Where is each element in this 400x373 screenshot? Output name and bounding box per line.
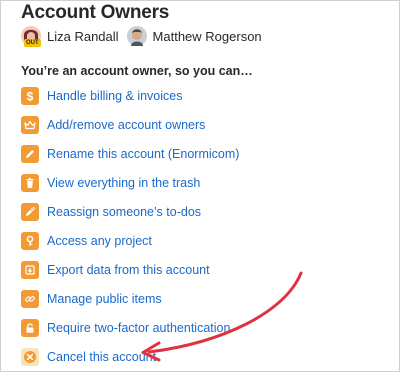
access-projects-link[interactable]: Access any project — [47, 234, 152, 248]
avatar — [126, 26, 147, 46]
svg-text:$: $ — [27, 90, 34, 102]
account-owners-panel: Account Owners OUT Liza Randall Matthew … — [0, 0, 400, 372]
cancel-account-link[interactable]: Cancel this account — [47, 350, 156, 364]
list-item: Require two-factor authentication — [21, 313, 381, 342]
key-icon — [21, 231, 39, 250]
crown-icon — [21, 115, 39, 134]
list-item: View everything in the trash — [21, 168, 381, 197]
owner-matthew[interactable]: Matthew Rogerson — [126, 26, 262, 46]
list-item: Export data from this account — [21, 255, 381, 284]
rename-account-link[interactable]: Rename this account (Enormicom) — [47, 147, 239, 161]
list-item: Reassign someone’s to-dos — [21, 197, 381, 226]
export-data-link[interactable]: Export data from this account — [47, 263, 210, 277]
owner-liza[interactable]: OUT Liza Randall — [21, 26, 119, 47]
permissions-list: $ Handle billing & invoices Add/remove a… — [21, 81, 381, 371]
two-factor-link[interactable]: Require two-factor authentication — [47, 321, 230, 335]
link-icon — [21, 289, 39, 308]
trash-icon — [21, 173, 39, 192]
public-items-link[interactable]: Manage public items — [47, 292, 162, 306]
cancel-icon — [21, 347, 39, 366]
export-icon — [21, 260, 39, 279]
list-item: Add/remove account owners — [21, 110, 381, 139]
list-item: Cancel this account — [21, 342, 381, 371]
reassign-todos-link[interactable]: Reassign someone’s to-dos — [47, 205, 201, 219]
owner-name: Liza Randall — [47, 28, 119, 44]
owner-name: Matthew Rogerson — [152, 28, 262, 44]
list-item: Manage public items — [21, 284, 381, 313]
list-item: Access any project — [21, 226, 381, 255]
account-owners-link[interactable]: Add/remove account owners — [47, 118, 205, 132]
owners-list: OUT Liza Randall Matthew Rogerson — [21, 24, 270, 48]
pencil-icon — [21, 144, 39, 163]
reassign-icon — [21, 202, 39, 221]
dollar-icon: $ — [21, 86, 39, 105]
list-item: $ Handle billing & invoices — [21, 81, 381, 110]
avatar: OUT — [21, 26, 41, 47]
status-badge: OUT — [24, 39, 41, 47]
permissions-heading: You’re an account owner, so you can… — [21, 64, 253, 78]
lock-icon — [21, 318, 39, 337]
list-item: Rename this account (Enormicom) — [21, 139, 381, 168]
page-title: Account Owners — [21, 2, 170, 23]
billing-link[interactable]: Handle billing & invoices — [47, 89, 183, 103]
trash-link[interactable]: View everything in the trash — [47, 176, 200, 190]
